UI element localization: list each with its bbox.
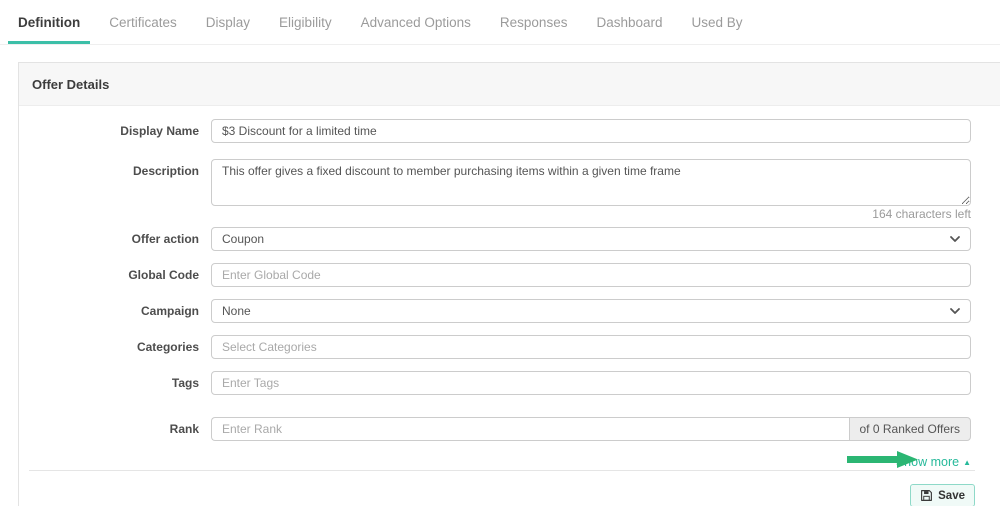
tab-dashboard[interactable]: Dashboard [586, 1, 672, 44]
panel-title: Offer Details [19, 63, 1000, 106]
description-row: Description This offer gives a fixed dis… [19, 159, 1000, 206]
show-more-link[interactable]: Show more ▲ [896, 455, 971, 469]
rank-row: Rank of 0 Ranked Offers [19, 417, 1000, 441]
campaign-row: Campaign None [19, 299, 1000, 323]
tab-bar: Definition Certificates Display Eligibil… [0, 0, 1000, 45]
save-button[interactable]: Save [910, 484, 975, 506]
tab-definition[interactable]: Definition [8, 1, 91, 44]
display-name-row: Display Name [19, 119, 1000, 143]
rank-label: Rank [169, 422, 199, 436]
description-label: Description [132, 164, 199, 178]
tab-used-by[interactable]: Used By [682, 1, 753, 44]
characters-left-counter: 164 characters left [872, 207, 971, 221]
save-row: Save [19, 484, 1000, 506]
rank-input[interactable] [211, 417, 849, 441]
global-code-label: Global Code [128, 268, 199, 282]
global-code-row: Global Code [19, 263, 1000, 287]
tab-display[interactable]: Display [196, 1, 260, 44]
ranked-offers-addon: of 0 Ranked Offers [848, 417, 971, 441]
global-code-input[interactable] [211, 263, 971, 287]
caret-up-icon: ▲ [963, 458, 971, 467]
tags-label: Tags [171, 376, 199, 390]
show-more-label: Show more [895, 455, 960, 469]
floppy-disk-icon [921, 490, 933, 501]
offer-action-value: Coupon [222, 232, 265, 246]
tab-responses[interactable]: Responses [490, 1, 578, 44]
display-name-input[interactable] [211, 119, 971, 143]
tags-input[interactable] [211, 371, 971, 395]
tab-advanced-options[interactable]: Advanced Options [351, 1, 481, 44]
save-label: Save [938, 489, 965, 502]
offer-details-panel: Offer Details Display Name Description T… [18, 62, 1000, 506]
offer-action-row: Offer action Coupon [19, 227, 1000, 251]
campaign-select[interactable]: None [211, 299, 971, 323]
tab-certificates[interactable]: Certificates [99, 1, 187, 44]
categories-row: Categories [19, 335, 1000, 359]
show-more-row: Show more ▲ [19, 451, 1000, 469]
categories-label: Categories [136, 340, 199, 354]
divider [29, 470, 975, 471]
categories-input[interactable] [211, 335, 971, 359]
description-textarea[interactable]: This offer gives a fixed discount to mem… [211, 159, 971, 206]
offer-action-select[interactable]: Coupon [211, 227, 971, 251]
campaign-label: Campaign [140, 304, 199, 318]
offer-action-label: Offer action [131, 232, 199, 246]
campaign-value: None [222, 304, 251, 318]
display-name-label: Display Name [120, 124, 199, 138]
tab-eligibility[interactable]: Eligibility [269, 1, 342, 44]
tags-row: Tags [19, 371, 1000, 395]
